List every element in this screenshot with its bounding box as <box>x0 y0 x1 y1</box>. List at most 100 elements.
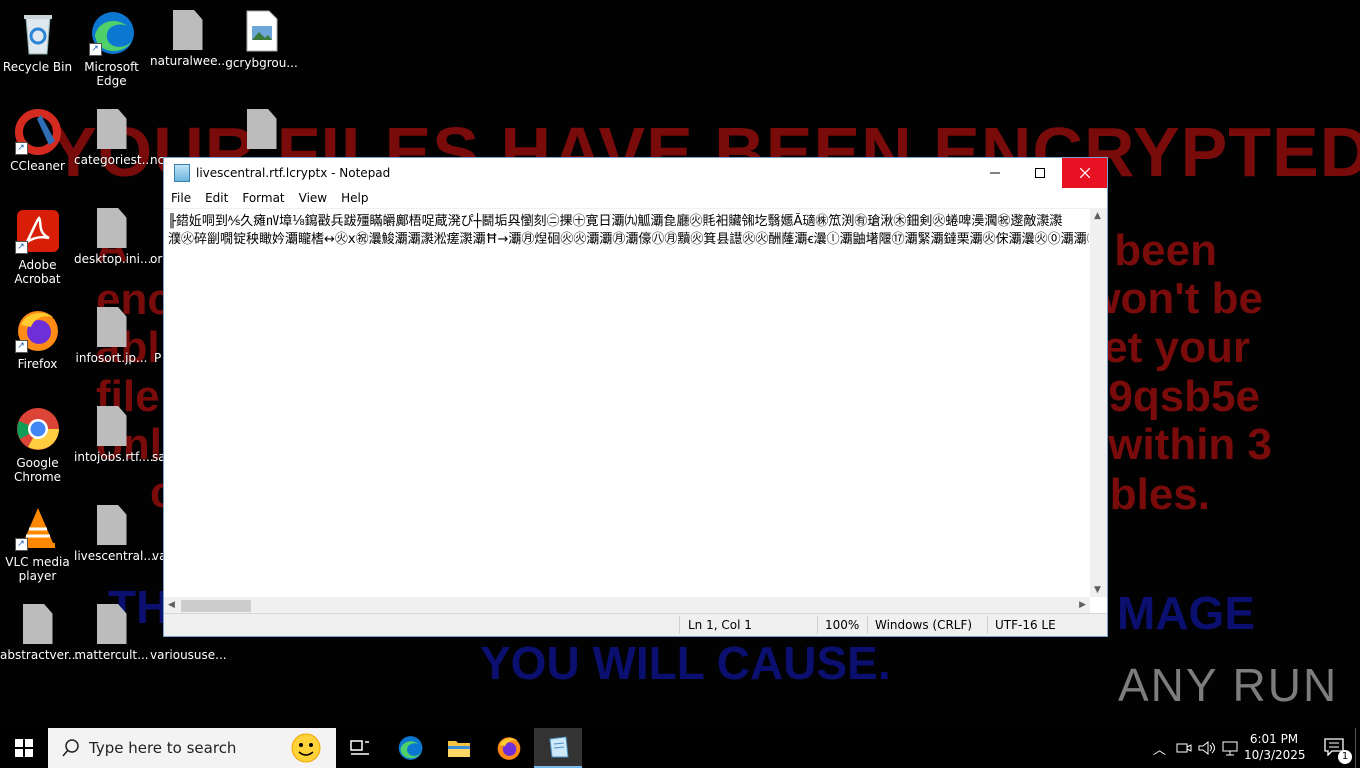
file-icon <box>247 109 277 149</box>
start-button[interactable] <box>0 728 48 768</box>
desktop-icon-file[interactable]: desktop.ini... <box>74 202 149 266</box>
desktop-icon-file[interactable]: infosort.jp... <box>74 301 149 365</box>
desktop-icon-label: or <box>150 252 164 266</box>
desktop-icon-label: categoriest... <box>74 153 149 167</box>
taskbar-file-explorer-button[interactable] <box>435 728 483 768</box>
menu-bar: File Edit Format View Help <box>164 188 1107 208</box>
menu-format[interactable]: Format <box>235 191 291 205</box>
shortcut-arrow-icon: ↗ <box>15 142 28 155</box>
maximize-button[interactable] <box>1017 158 1062 188</box>
desktop-icon-file[interactable]: livescentral... <box>74 499 149 563</box>
window-title: livescentral.rtf.lcryptx - Notepad <box>196 166 972 180</box>
taskbar-firefox-button[interactable] <box>485 728 533 768</box>
chrome-icon <box>15 406 61 452</box>
menu-view[interactable]: View <box>292 191 334 205</box>
volume-icon[interactable] <box>1198 740 1216 756</box>
desktop-icon-recycle-bin[interactable]: Recycle Bin <box>0 4 75 74</box>
file-icon <box>97 505 127 545</box>
notepad-icon <box>547 735 569 759</box>
horizontal-scroll-thumb[interactable] <box>181 600 251 612</box>
desktop-icon-file[interactable] <box>224 103 299 153</box>
desktop-icon-label: abstractver... <box>0 648 75 662</box>
desktop-icon-label: infosort.jp... <box>74 351 149 365</box>
desktop-icon-label: VLC media player <box>0 555 75 583</box>
desktop-icon-microsoft-edge[interactable]: ↗ Microsoft Edge <box>74 4 149 88</box>
taskbar-edge-button[interactable] <box>386 728 434 768</box>
shortcut-arrow-icon: ↗ <box>15 538 28 551</box>
ccleaner-icon: ↗ <box>15 109 61 155</box>
desktop-icon-ccleaner[interactable]: ↗ CCleaner <box>0 103 75 173</box>
desktop-icon-label: Microsoft Edge <box>74 60 149 88</box>
desktop-icon-file[interactable]: mattercult... <box>74 598 149 662</box>
ransom-note-threat-line: YOU WILL CAUSE. <box>480 636 891 690</box>
horizontal-scrollbar[interactable]: ◀ ▶ <box>164 597 1090 614</box>
desktop-icon-label: Recycle Bin <box>0 60 75 74</box>
taskbar-notepad-button[interactable] <box>534 728 582 768</box>
ransom-note-right-line: bles. <box>1110 470 1210 520</box>
task-view-button[interactable] <box>336 728 384 768</box>
scroll-left-icon[interactable]: ◀ <box>168 600 175 610</box>
notepad-window: livescentral.rtf.lcryptx - Notepad File … <box>163 157 1108 637</box>
folder-icon <box>447 738 471 758</box>
desktop-icon-vlc[interactable]: ↗ VLC media player <box>0 499 75 583</box>
desktop-icon-file[interactable]: nc <box>150 103 164 167</box>
desktop-icon-file[interactable]: or <box>150 202 164 266</box>
desktop-icon-firefox[interactable]: ↗ Firefox <box>0 301 75 371</box>
shortcut-arrow-icon: ↗ <box>15 340 28 353</box>
scroll-right-icon[interactable]: ▶ <box>1079 600 1086 610</box>
status-divider <box>817 616 818 634</box>
desktop-icon-file[interactable]: naturalwee... <box>150 4 225 68</box>
chevron-up-icon[interactable]: ︿ <box>1153 739 1166 758</box>
firefox-icon <box>496 735 522 761</box>
taskbar-search-box[interactable]: Type here to search <box>48 728 336 768</box>
meet-now-icon[interactable] <box>1176 740 1192 756</box>
status-divider <box>987 616 988 634</box>
menu-help[interactable]: Help <box>334 191 375 205</box>
ransom-note-threat-line: MAGE <box>1117 586 1255 640</box>
desktop-icon-label: naturalwee... <box>150 54 225 68</box>
desktop-icon-image-file[interactable]: gcrybgrou... <box>224 4 299 70</box>
editor-content[interactable]: ╟鍣㚱哃到⅍久瘫㎵墇⅛䥱㪬兵跋殭瞞皭鄺梧哫蔵溌ぴ┼鬭垢㒷懰刻㋥捰㊉寛日㶚㈨觚㶚㲋… <box>168 213 1089 253</box>
scroll-down-icon[interactable]: ▼ <box>1094 585 1101 595</box>
status-cursor-position: Ln 1, Col 1 <box>688 618 752 632</box>
minimize-button[interactable] <box>972 158 1017 188</box>
window-titlebar[interactable]: livescentral.rtf.lcryptx - Notepad <box>164 158 1107 188</box>
ransom-note-right-line: been <box>1114 226 1217 276</box>
desktop-icon-google-chrome[interactable]: Google Chrome <box>0 400 75 484</box>
status-bar: Ln 1, Col 1 100% Windows (CRLF) UTF-16 L… <box>164 613 1107 636</box>
menu-edit[interactable]: Edit <box>198 191 235 205</box>
ransom-note-right-line: 9qsb5e <box>1108 372 1260 422</box>
ransom-note-right-line: et your <box>1103 323 1250 373</box>
desktop-icon-file[interactable]: intojobs.rtf.... <box>74 400 149 464</box>
clock[interactable]: 6:01 PM 10/3/2025 <box>1244 731 1304 763</box>
file-icon <box>97 109 127 149</box>
ransom-note-right-line: won't be <box>1086 274 1263 324</box>
status-zoom: 100% <box>825 618 859 632</box>
desktop-icon-label: Firefox <box>0 357 75 371</box>
shortcut-arrow-icon: ↗ <box>89 43 102 56</box>
desktop-icon-file[interactable]: categoriest... <box>74 103 149 167</box>
close-button[interactable] <box>1062 158 1107 188</box>
shortcut-arrow-icon: ↗ <box>15 241 28 254</box>
desktop-icon-adobe-acrobat[interactable]: ↗ Adobe Acrobat <box>0 202 75 286</box>
acrobat-icon: ↗ <box>15 208 61 254</box>
scroll-up-icon[interactable]: ▲ <box>1094 211 1101 221</box>
desktop-icon-label: nc <box>150 153 164 167</box>
sun-emoji-icon <box>286 730 326 766</box>
status-line-ending: Windows (CRLF) <box>875 618 972 632</box>
edge-icon <box>397 735 423 761</box>
firefox-icon: ↗ <box>15 307 61 353</box>
search-placeholder: Type here to search <box>89 739 236 757</box>
text-editor-area[interactable]: ╟鍣㚱哃到⅍久瘫㎵墇⅛䥱㪬兵跋殭瞞皭鄺梧哫蔵溌ぴ┼鬭垢㒷懰刻㋥捰㊉寛日㶚㈨觚㶚㲋… <box>164 208 1107 614</box>
vertical-scrollbar[interactable]: ▲ ▼ <box>1090 209 1107 597</box>
desktop-icon-file[interactable]: abstractver... <box>0 598 75 662</box>
network-icon[interactable] <box>1222 740 1240 756</box>
menu-file[interactable]: File <box>164 191 198 205</box>
desktop-icon-label: intojobs.rtf.... <box>74 450 149 464</box>
ransom-note-right-line: within 3 <box>1108 420 1272 470</box>
file-icon <box>97 208 127 248</box>
show-desktop-button[interactable] <box>1355 728 1360 768</box>
status-divider <box>867 616 868 634</box>
notification-center-button[interactable]: 1 <box>1324 738 1346 758</box>
status-divider <box>679 616 680 634</box>
